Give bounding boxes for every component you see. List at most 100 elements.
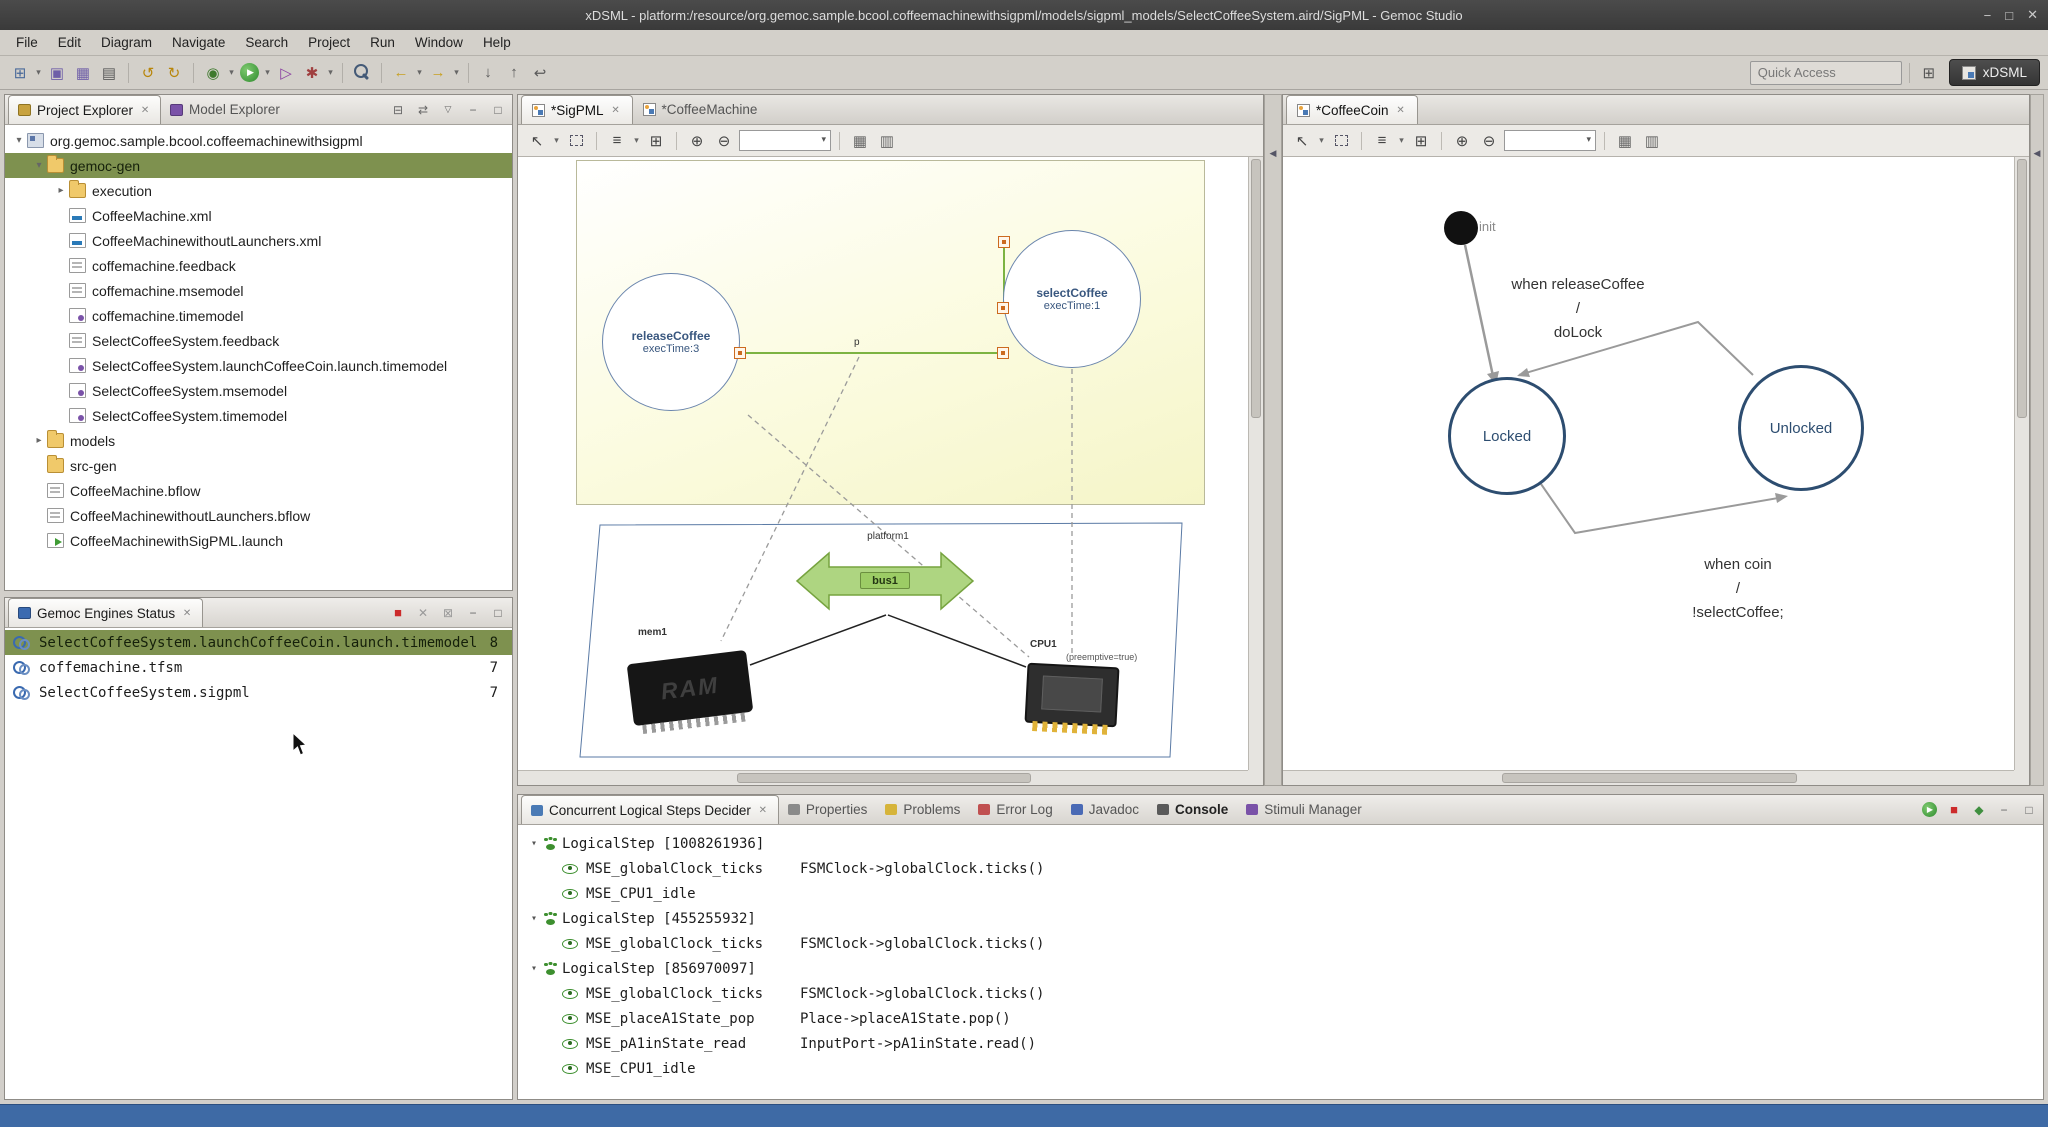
cpu-chip-node[interactable] [1024, 663, 1119, 728]
tree-item-coffeemachine-xml[interactable]: CoffeeMachine.xml [5, 203, 512, 228]
tree-item-project[interactable]: org.gemoc.sample.bcool.coffeemachinewith… [5, 128, 512, 153]
expander-icon[interactable] [526, 963, 542, 974]
transition-edge-selectcoffee[interactable] [1541, 484, 1784, 533]
tab-properties[interactable]: Properties [779, 795, 877, 824]
print-button[interactable] [97, 61, 121, 85]
align-button[interactable] [644, 129, 668, 153]
maximize-button[interactable]: □ [2005, 8, 2013, 23]
previous-annotation-button[interactable] [502, 61, 526, 85]
actor-selectcoffee[interactable]: selectCoffee execTime:1 [1003, 230, 1141, 368]
resume-button[interactable] [1922, 802, 1937, 817]
memory-chip-node[interactable]: RAM [627, 650, 754, 726]
run-dropdown-caret-icon[interactable] [263, 61, 272, 85]
logical-step-row[interactable]: LogicalStep [455255932] [522, 906, 2043, 931]
mse-row[interactable]: MSE_globalClock_ticks FSMClock->globalCl… [522, 856, 2043, 881]
quick-access-field[interactable]: Quick Access [1750, 61, 1902, 85]
logical-step-row[interactable]: LogicalStep [856970097] [522, 956, 2043, 981]
dispose-engine-button[interactable] [415, 605, 431, 621]
tab-model-explorer[interactable]: Model Explorer [161, 95, 289, 124]
debug-dropdown-caret-icon[interactable] [227, 61, 236, 85]
zoom-out-button[interactable] [712, 129, 736, 153]
open-perspective-button[interactable] [1917, 61, 1941, 85]
menu-diagram[interactable]: Diagram [91, 30, 162, 55]
minimize-view-icon[interactable] [465, 102, 481, 118]
tab-stimuli-manager[interactable]: Stimuli Manager [1237, 795, 1371, 824]
last-edit-location-button[interactable] [528, 61, 552, 85]
select-mode-button[interactable] [1290, 129, 1314, 153]
expander-icon[interactable] [526, 838, 542, 849]
horizontal-scrollbar[interactable] [1283, 770, 2014, 785]
vertical-scrollbar[interactable] [2014, 157, 2029, 770]
switch-decider-button[interactable] [1971, 802, 1987, 818]
save-button[interactable] [45, 61, 69, 85]
engine-row[interactable]: SelectCoffeeSystem.launchCoffeeCoin.laun… [5, 630, 512, 655]
transition-label-dolock[interactable]: when releaseCoffee / doLock [1463, 273, 1693, 345]
redo-button[interactable] [162, 61, 186, 85]
tree-item-coffeemachinewithsigpml-launch[interactable]: CoffeeMachinewithSigPML.launch [5, 528, 512, 553]
debug-button[interactable] [201, 61, 225, 85]
close-icon[interactable] [181, 607, 193, 619]
initial-state-node[interactable] [1444, 211, 1478, 245]
menu-search[interactable]: Search [235, 30, 298, 55]
minimize-view-icon[interactable] [1996, 802, 2012, 818]
coffeecoin-canvas[interactable]: init Locked Unlocked when releaseCoffee … [1283, 157, 2014, 770]
layers-button[interactable] [1640, 129, 1664, 153]
tab-coffeecoin[interactable]: *CoffeeCoin [1286, 95, 1418, 124]
profile-button[interactable] [274, 61, 298, 85]
tab-sigpml[interactable]: *SigPML [521, 95, 633, 124]
restore-pane-button[interactable] [2031, 143, 2043, 159]
layers-button[interactable] [875, 129, 899, 153]
zoom-out-button[interactable] [1477, 129, 1501, 153]
new-dropdown-caret-icon[interactable] [34, 61, 43, 85]
sigpml-canvas[interactable]: releaseCoffee execTime:3 selectCoffee ex… [518, 157, 1248, 770]
expander-icon[interactable] [526, 913, 542, 924]
tree-item-src-gen[interactable]: src-gen [5, 453, 512, 478]
tab-javadoc[interactable]: Javadoc [1062, 795, 1148, 824]
expander-icon[interactable] [31, 160, 47, 171]
menu-run[interactable]: Run [360, 30, 405, 55]
select-mode-button[interactable] [525, 129, 549, 153]
engine-row[interactable]: SelectCoffeeSystem.sigpml 7 [5, 680, 512, 705]
run-button[interactable] [240, 63, 259, 82]
forward-dropdown-caret-icon[interactable] [452, 61, 461, 85]
tree-item-selectcoffeesystem-msemodel[interactable]: SelectCoffeeSystem.msemodel [5, 378, 512, 403]
mse-row[interactable]: MSE_pA1inState_read InputPort->pA1inStat… [522, 1031, 2043, 1056]
menu-project[interactable]: Project [298, 30, 360, 55]
minimize-view-icon[interactable] [465, 605, 481, 621]
tree-item-selectcoffeesystem-launchcoffeecoin-launch-timemodel[interactable]: SelectCoffeeSystem.launchCoffeeCoin.laun… [5, 353, 512, 378]
select-mode-caret-icon[interactable] [552, 129, 561, 153]
mse-row[interactable]: MSE_placeA1State_pop Place->placeA1State… [522, 1006, 2043, 1031]
stop-button[interactable] [1946, 802, 1962, 818]
actor-releasecoffee[interactable]: releaseCoffee execTime:3 [602, 273, 740, 411]
menu-edit[interactable]: Edit [48, 30, 91, 55]
restore-pane-button[interactable] [1267, 143, 1279, 159]
save-all-button[interactable] [71, 61, 95, 85]
zoom-level-combo[interactable] [739, 130, 831, 151]
tree-item-coffemachine-feedback[interactable]: coffemachine.feedback [5, 253, 512, 278]
tab-console[interactable]: Console [1148, 795, 1237, 824]
arrange-caret-icon[interactable] [1397, 129, 1406, 153]
bus-label[interactable]: bus1 [860, 572, 910, 589]
tree-item-models[interactable]: models [5, 428, 512, 453]
select-mode-caret-icon[interactable] [1317, 129, 1326, 153]
undo-button[interactable] [136, 61, 160, 85]
expander-icon[interactable] [53, 185, 69, 196]
expander-icon[interactable] [11, 135, 27, 146]
new-button[interactable] [8, 61, 32, 85]
forward-button[interactable] [426, 61, 450, 85]
view-menu-icon[interactable] [440, 102, 456, 118]
output-port[interactable] [734, 347, 746, 359]
back-button[interactable] [389, 61, 413, 85]
dispose-all-engines-button[interactable] [440, 605, 456, 621]
mse-row[interactable]: MSE_CPU1_idle [522, 1056, 2043, 1081]
tab-gemoc-engines-status[interactable]: Gemoc Engines Status [8, 598, 203, 627]
search-button[interactable] [350, 61, 374, 85]
arrange-all-button[interactable] [1370, 129, 1394, 153]
engine-row[interactable]: coffemachine.tfsm 7 [5, 655, 512, 680]
tab-coffeemachine[interactable]: *CoffeeMachine [633, 95, 768, 124]
close-icon[interactable] [139, 104, 151, 116]
maximize-view-icon[interactable] [490, 605, 506, 621]
tab-concurrent-logical-steps-decider[interactable]: Concurrent Logical Steps Decider [521, 795, 779, 824]
tree-item-coffemachine-timemodel[interactable]: coffemachine.timemodel [5, 303, 512, 328]
menu-navigate[interactable]: Navigate [162, 30, 235, 55]
